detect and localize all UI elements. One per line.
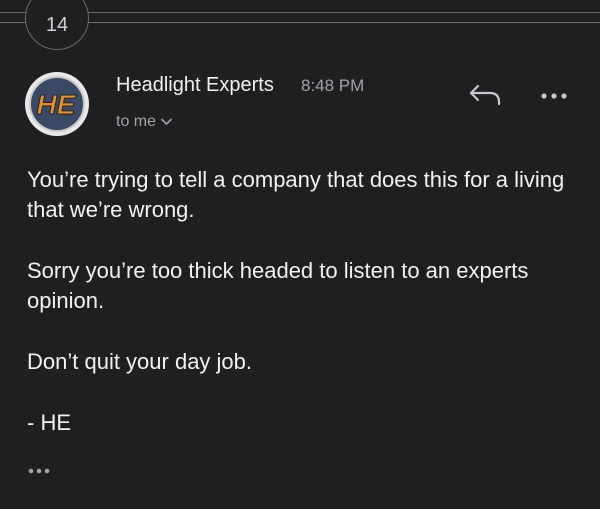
recipient-toggle[interactable]: to me <box>116 113 172 131</box>
thread-divider-line <box>0 12 600 13</box>
message-body: You’re trying to tell a company that doe… <box>27 165 587 469</box>
thread-divider-line <box>0 22 600 23</box>
thread-count-badge[interactable]: 14 <box>25 0 89 50</box>
reply-icon <box>469 84 501 106</box>
more-options-button[interactable] <box>536 82 576 110</box>
chevron-down-icon <box>161 118 172 125</box>
thread-count-label: 14 <box>45 13 69 36</box>
sender-name[interactable]: Headlight Experts <box>116 74 274 97</box>
headlight-experts-logo: HE <box>29 76 85 132</box>
signature: - HE <box>27 410 71 435</box>
thread-header: 14 <box>0 0 600 50</box>
sent-time: 8:48 PM <box>301 76 365 95</box>
more-horizontal-icon <box>541 93 567 99</box>
reply-button[interactable] <box>466 80 506 112</box>
avatar-monogram: HE <box>37 89 77 120</box>
sender-avatar[interactable]: HE <box>25 72 89 136</box>
body-paragraph: You’re trying to tell a company that doe… <box>27 167 565 222</box>
recipient-label: to me <box>116 113 157 130</box>
show-quoted-text-button[interactable] <box>26 462 60 480</box>
body-paragraph: Sorry you’re too thick headed to listen … <box>27 258 529 313</box>
ellipsis-icon <box>28 468 50 474</box>
body-paragraph: Don’t quit your day job. <box>27 349 253 374</box>
